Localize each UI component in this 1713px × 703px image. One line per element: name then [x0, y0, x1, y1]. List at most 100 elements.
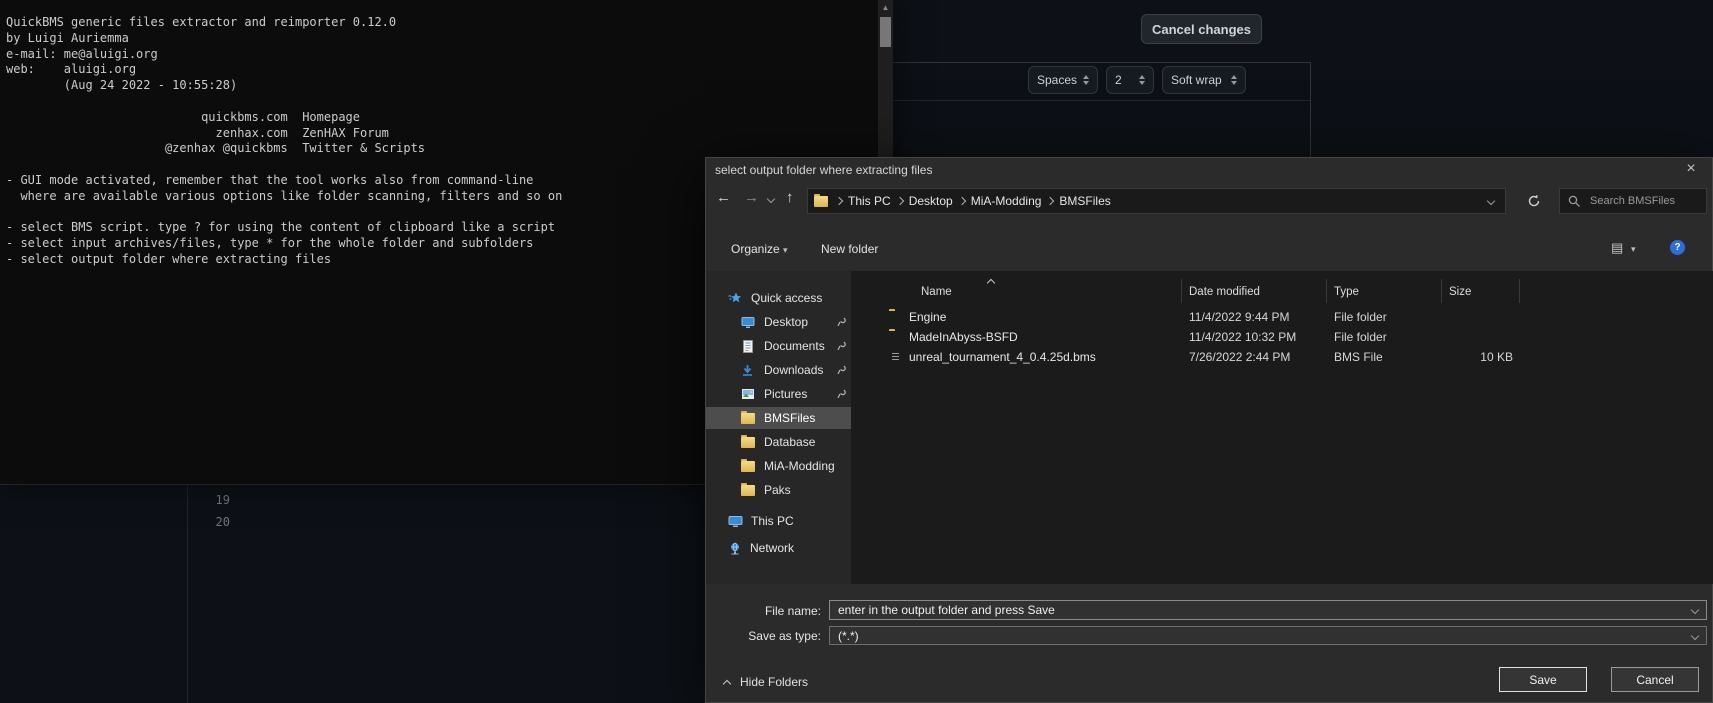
- sidebar-label: Documents: [764, 339, 825, 353]
- quick-access-star-icon: [728, 291, 742, 305]
- editor-panel-right-border: [1310, 62, 1311, 157]
- select-updown-icon: [1139, 75, 1145, 85]
- indent-size-select[interactable]: 2: [1106, 66, 1154, 94]
- cancel-changes-button[interactable]: Cancel changes: [1141, 14, 1262, 44]
- sidebar-item-desktop[interactable]: Desktop: [706, 311, 851, 333]
- close-icon[interactable]: ×: [1678, 160, 1704, 180]
- sidebar-label: Database: [764, 435, 815, 449]
- breadcrumb-this-pc[interactable]: This PC: [842, 194, 897, 208]
- new-folder-button[interactable]: New folder: [821, 242, 878, 256]
- sidebar-item-downloads[interactable]: Downloads: [706, 359, 851, 381]
- breadcrumb-desktop[interactable]: Desktop: [903, 194, 959, 208]
- column-header-type[interactable]: Type: [1334, 286, 1359, 298]
- terminal-line: @zenhax @quickbms Twitter & Scripts: [6, 141, 893, 157]
- search-box[interactable]: Search BMSFiles: [1559, 188, 1707, 214]
- save-as-type-select[interactable]: (*.*): [829, 626, 1707, 645]
- pin-icon: [837, 317, 847, 327]
- terminal-line: by Luigi Auriemma: [6, 31, 893, 47]
- refresh-icon[interactable]: [1526, 193, 1542, 209]
- search-placeholder: Search BMSFiles: [1590, 195, 1675, 207]
- file-name-value: enter in the output folder and press Sav…: [838, 603, 1055, 617]
- file-date: 11/4/2022 9:44 PM: [1189, 310, 1290, 324]
- terminal-line: [6, 94, 893, 110]
- sidebar-item-this-pc[interactable]: This PC: [706, 510, 851, 532]
- sidebar-item-network[interactable]: Network: [706, 537, 851, 559]
- column-separator[interactable]: [1326, 279, 1327, 303]
- terminal-line: (Aug 24 2022 - 10:55:28): [6, 78, 893, 94]
- sidebar-item-database[interactable]: Database: [706, 431, 851, 453]
- file-name-dropdown-icon[interactable]: [1691, 606, 1699, 614]
- hide-folders-button[interactable]: Hide Folders: [740, 675, 808, 689]
- terminal-line: QuickBMS generic files extractor and rei…: [6, 15, 893, 31]
- organize-button[interactable]: Organize ▾: [731, 242, 788, 256]
- this-pc-icon: [728, 515, 743, 528]
- save-as-type-dropdown-icon[interactable]: [1691, 631, 1699, 639]
- file-row-madeinabyss-bsfd[interactable]: MadeInAbyss-BSFD 11/4/2022 10:32 PM File…: [851, 327, 1711, 347]
- folder-icon: [741, 461, 755, 472]
- organize-label: Organize: [731, 242, 780, 256]
- column-separator[interactable]: [1441, 279, 1442, 303]
- sidebar-item-quick-access[interactable]: Quick access: [706, 287, 851, 309]
- sidebar-label: Desktop: [764, 315, 808, 329]
- address-dropdown-chevron-icon[interactable]: [1487, 197, 1495, 205]
- file-row-unreal-tournament-bms[interactable]: unreal_tournament_4_0.4.25d.bms 7/26/202…: [851, 347, 1711, 367]
- sidebar-item-bmsfiles[interactable]: BMSFiles: [706, 407, 851, 429]
- sidebar-item-pictures[interactable]: Pictures: [706, 383, 851, 405]
- sidebar-label: Pictures: [764, 387, 807, 401]
- cancel-button[interactable]: Cancel: [1611, 667, 1699, 692]
- pictures-icon: [741, 388, 755, 400]
- terminal-line: quickbms.com Homepage: [6, 110, 893, 126]
- editor-line-number: 20: [208, 515, 230, 529]
- save-button[interactable]: Save: [1499, 667, 1587, 692]
- select-updown-icon: [1083, 75, 1089, 85]
- column-separator[interactable]: [1519, 279, 1520, 303]
- select-updown-icon: [1231, 75, 1237, 85]
- breadcrumb-bmsfiles[interactable]: BMSFiles: [1053, 194, 1116, 208]
- forward-arrow-icon[interactable]: →: [744, 190, 759, 205]
- indent-mode-select[interactable]: Spaces: [1028, 66, 1098, 94]
- sidebar-label: This PC: [751, 514, 794, 528]
- recent-locations-chevron-icon[interactable]: [767, 195, 775, 203]
- column-header-size[interactable]: Size: [1449, 286, 1471, 298]
- editor-top-border: [0, 484, 705, 485]
- save-as-type-label: Save as type:: [736, 629, 821, 643]
- indent-size-value: 2: [1115, 73, 1122, 87]
- up-arrow-icon[interactable]: ↑: [786, 190, 794, 205]
- folder-icon: [741, 413, 755, 424]
- file-type: File folder: [1334, 330, 1387, 344]
- downloads-icon: [741, 364, 754, 377]
- address-bar[interactable]: This PC Desktop MiA-Modding BMSFiles: [807, 188, 1506, 214]
- back-arrow-icon[interactable]: ←: [716, 190, 731, 205]
- hide-folders-chevron-icon[interactable]: [723, 680, 731, 688]
- sidebar-item-paks[interactable]: Paks: [706, 479, 851, 501]
- scrollbar-thumb[interactable]: [880, 17, 891, 47]
- column-separator[interactable]: [1181, 279, 1182, 303]
- file-list-pane: Name Date modified Type Size Engine 11/4…: [851, 271, 1713, 584]
- pin-icon: [837, 341, 847, 351]
- scrollbar-up-arrow-icon[interactable]: ▲: [878, 3, 893, 12]
- column-header-name[interactable]: Name: [921, 286, 952, 298]
- editor-line-number: 19: [208, 493, 230, 507]
- view-mode-dropdown-icon[interactable]: ▾: [1631, 244, 1636, 255]
- file-row-engine[interactable]: Engine 11/4/2022 9:44 PM File folder: [851, 307, 1711, 327]
- sidebar-label: Quick access: [751, 291, 822, 305]
- sort-ascending-icon: [987, 279, 995, 287]
- sidebar-label: MiA-Modding: [764, 459, 835, 473]
- organize-dropdown-icon: ▾: [783, 245, 788, 255]
- view-mode-icon[interactable]: ▤: [1611, 241, 1623, 254]
- sidebar-item-documents[interactable]: Documents: [706, 335, 851, 357]
- sidebar-item-mia-modding[interactable]: MiA-Modding: [706, 455, 851, 477]
- wrap-mode-select[interactable]: Soft wrap: [1162, 66, 1246, 94]
- file-name-input[interactable]: enter in the output folder and press Sav…: [829, 600, 1707, 620]
- folder-icon: [741, 485, 755, 496]
- help-button[interactable]: ?: [1670, 240, 1685, 255]
- wrap-mode-value: Soft wrap: [1171, 73, 1222, 87]
- desktop-icon: [741, 316, 755, 329]
- column-header-date[interactable]: Date modified: [1189, 286, 1260, 298]
- breadcrumb-mia-modding[interactable]: MiA-Modding: [965, 194, 1048, 208]
- file-name: unreal_tournament_4_0.4.25d.bms: [909, 350, 1096, 364]
- indent-mode-value: Spaces: [1037, 73, 1077, 87]
- dialog-title: select output folder where extracting fi…: [715, 163, 932, 177]
- terminal-line: web: aluigi.org: [6, 62, 893, 78]
- documents-icon: [742, 340, 754, 353]
